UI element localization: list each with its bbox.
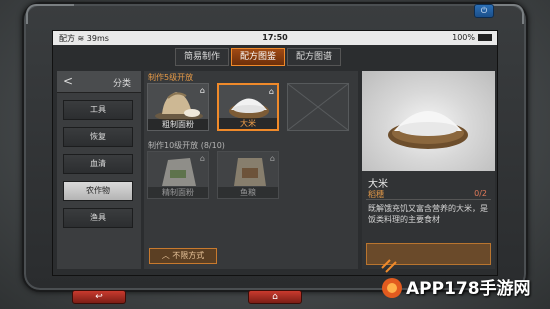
sidebar-item-crops[interactable]: 农作物 (63, 181, 133, 201)
sidebar-header: < 分类 (57, 71, 141, 93)
recipe-card-label: 大米 (219, 118, 277, 129)
recipe-detail-panel: 大米 稻穗 0/2 既解饿充饥又富含营养的大米，是饭类料理的主要食材 (362, 71, 495, 269)
category-sidebar: < 分类 工具 恢复 血清 农作物 渔具 (57, 71, 141, 269)
ingredient-row: 稻穗 0/2 (366, 189, 491, 200)
tab-bar: 简易制作 配方图鉴 配方图谱 (175, 48, 343, 66)
rice-illustration (362, 71, 495, 171)
tab-recipe-book[interactable]: 配方图鉴 (231, 48, 286, 66)
sidebar-item-fishing[interactable]: 渔具 (63, 208, 133, 228)
back-icon[interactable]: < (63, 74, 73, 88)
chevron-up-icon: ︿ (161, 251, 170, 260)
rice-basket-icon (388, 111, 468, 149)
screen: 配方 ≋ 39ms 17:50 100% 简易制作 配方图鉴 配方图谱 < 分类… (52, 30, 498, 276)
recipe-card-label: 粗制面粉 (148, 119, 208, 130)
recipe-card-empty (287, 83, 349, 131)
sidebar-item-serum[interactable]: 血清 (63, 154, 133, 174)
battery-label: 100% (452, 33, 475, 42)
battery-icon (478, 34, 492, 41)
item-description: 既解饿充饥又富含营养的大米，是饭类料理的主要食材 (368, 204, 488, 224)
filter-method-button[interactable]: ︿ 不限方式 (149, 248, 217, 264)
recipe-card-rice[interactable]: ⌂ 大米 (217, 83, 279, 131)
recipe-card-coarse-flour[interactable]: ⌂ 粗制面粉 (147, 83, 209, 131)
site-watermark: APP178手游网 (374, 256, 544, 306)
unlock-icon: ⌂ (199, 86, 205, 95)
power-icon[interactable]: ⏻ (474, 4, 494, 18)
tab-recipe-map[interactable]: 配方图谱 (287, 48, 342, 66)
back-button[interactable]: ↩ (72, 290, 126, 304)
clock: 17:50 (262, 33, 288, 42)
recipe-card-fine-flour[interactable]: ⌂ 精制面粉 (147, 151, 209, 199)
recipe-grid: 制作5级开放 ⌂ 粗制面粉 ⌂ 大米 制作10级开放 (8/10) ⌂ 精制面粉… (144, 71, 358, 269)
ingredient-count: 0/2 (474, 189, 487, 198)
empty-slot-icon (288, 84, 348, 130)
sidebar-item-recovery[interactable]: 恢复 (63, 127, 133, 147)
unlock-icon: ⌂ (199, 154, 205, 163)
recipe-card-label: 鱼粮 (218, 187, 278, 198)
sidebar-item-tools[interactable]: 工具 (63, 100, 133, 120)
unlock-icon: ⌂ (268, 87, 274, 96)
tab-simple-craft[interactable]: 简易制作 (175, 48, 230, 66)
sidebar-title: 分类 (112, 79, 131, 89)
section-level10-label: 制作10级开放 (8/10) (148, 141, 225, 150)
unlock-icon: ⌂ (269, 154, 275, 163)
filter-method-label: 不限方式 (172, 251, 205, 260)
frame-corner-left (26, 4, 74, 24)
recipe-card-label: 精制面粉 (148, 187, 208, 198)
watermark-text: APP178手游网 (406, 279, 531, 299)
ingredient-name: 稻穗 (368, 190, 384, 199)
detail-item-name: 大米 (368, 179, 388, 190)
section-level5-label: 制作5级开放 (148, 73, 194, 82)
home-button[interactable]: ⌂ (248, 290, 302, 304)
recipe-card-fish-feed[interactable]: ⌂ 鱼粮 (217, 151, 279, 199)
status-bar: 配方 ≋ 39ms 17:50 100% (53, 31, 497, 45)
